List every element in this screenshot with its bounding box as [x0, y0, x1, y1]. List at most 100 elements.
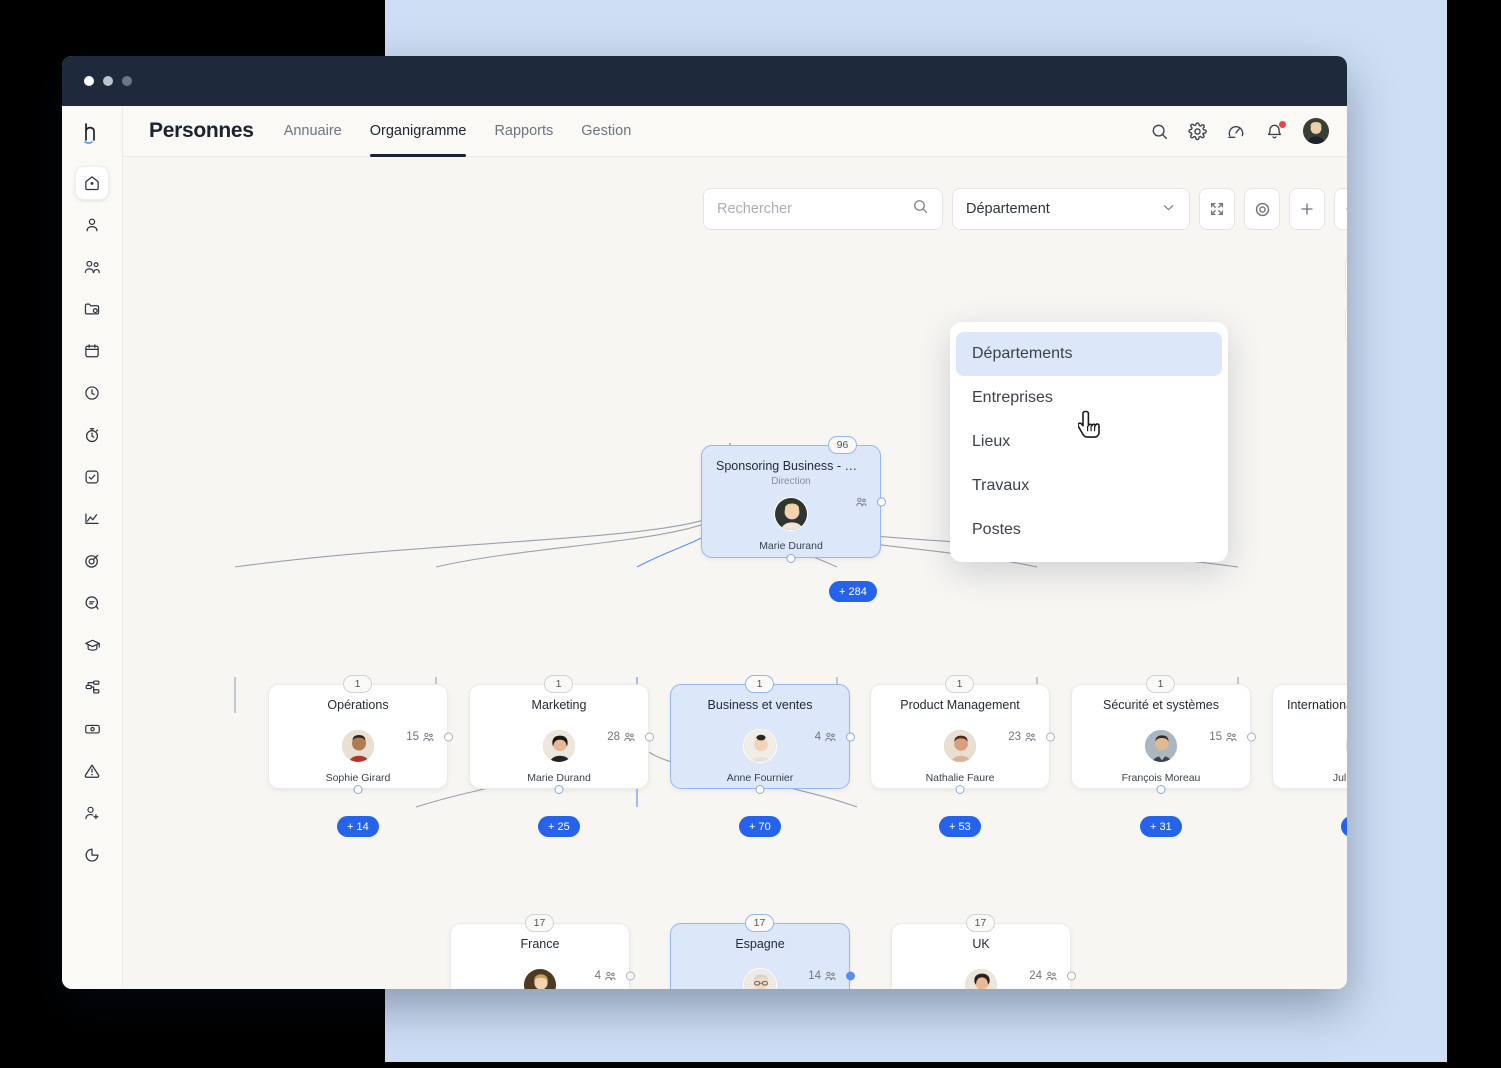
node-badge[interactable]: 17	[525, 914, 554, 932]
node-avatar[interactable]	[542, 729, 576, 763]
expand-children-button-operations[interactable]: + 14	[337, 816, 379, 837]
expand-children-button-product-management[interactable]: + 53	[939, 816, 981, 837]
node-badge[interactable]: 1	[1146, 675, 1175, 693]
node-avatar[interactable]	[743, 968, 777, 989]
org-node-securite-systemes[interactable]: Sécurité et systèmes François Moreau 15	[1071, 684, 1256, 794]
node-avatar[interactable]	[1345, 729, 1347, 763]
sidebar-item-payroll[interactable]	[75, 712, 109, 746]
search-icon[interactable]	[912, 198, 929, 220]
tab-rapports[interactable]: Rapports	[494, 106, 553, 157]
node-expand-port[interactable]	[1246, 732, 1256, 741]
expand-children-button-marketing[interactable]: + 25	[538, 816, 580, 837]
node-expand-port[interactable]	[443, 732, 453, 741]
org-node-root[interactable]: Sponsoring Business - Operati... Directi…	[701, 445, 886, 563]
search-box[interactable]	[703, 188, 943, 230]
node-expand-port[interactable]	[625, 971, 635, 980]
recenter-button[interactable]	[1244, 188, 1280, 230]
window-maximize-dot[interactable]	[122, 76, 132, 86]
grouping-select[interactable]: Département	[952, 188, 1190, 230]
sidebar-item-person[interactable]	[75, 208, 109, 242]
expand-children-button-securite-systemes[interactable]: + 31	[1140, 816, 1182, 837]
node-bottom-port[interactable]	[755, 784, 765, 794]
search-input[interactable]	[717, 201, 912, 217]
org-node-product-management[interactable]: Product Management Nathalie Faure 23	[870, 684, 1055, 794]
node-badge[interactable]: 17	[966, 914, 995, 932]
node-badge[interactable]: 1	[544, 675, 573, 693]
sidebar-item-add-person[interactable]	[75, 796, 109, 830]
node-badge[interactable]: 1	[745, 675, 774, 693]
org-node-operations[interactable]: Opérations Sophie Girard 15	[268, 684, 453, 794]
org-node-internationalisation[interactable]: Internationalisation Business St... Juli…	[1272, 684, 1347, 789]
org-node-france[interactable]: France Anne Fournier 4	[450, 923, 635, 989]
tab-annuaire[interactable]: Annuaire	[284, 106, 342, 157]
node-badge[interactable]: 1	[343, 675, 372, 693]
node-expand-port[interactable]	[876, 497, 886, 506]
dropdown-item-travaux[interactable]: Travaux	[956, 464, 1222, 508]
tab-gestion[interactable]: Gestion	[581, 106, 631, 157]
sidebar-item-home[interactable]	[75, 166, 109, 200]
node-avatar[interactable]	[341, 729, 375, 763]
expand-children-button-root[interactable]: + 284	[829, 581, 877, 602]
org-node-espagne[interactable]: Espagne Sofia Lombardi 14	[670, 923, 855, 989]
node-expand-port[interactable]	[845, 971, 855, 980]
node-bottom-port[interactable]	[786, 553, 796, 563]
sidebar-item-clock[interactable]	[75, 376, 109, 410]
window-close-dot[interactable]	[84, 76, 94, 86]
node-avatar[interactable]	[774, 497, 808, 531]
dropdown-item-postes[interactable]: Postes	[956, 508, 1222, 552]
tab-organigramme[interactable]: Organigramme	[369, 106, 466, 157]
chevron-down-icon[interactable]	[1161, 200, 1176, 219]
node-expand-port[interactable]	[1066, 971, 1076, 980]
node-person-name: Anne Fournier	[726, 772, 794, 784]
dropdown-item-departements[interactable]: Départements	[956, 332, 1222, 376]
sidebar-item-analytics[interactable]	[75, 502, 109, 536]
node-avatar[interactable]	[964, 968, 998, 989]
sidebar-item-people[interactable]	[75, 250, 109, 284]
avatar[interactable]	[1303, 118, 1329, 144]
fullscreen-button[interactable]	[1199, 188, 1235, 230]
node-badge[interactable]: 17	[745, 914, 774, 932]
plus-icon	[1301, 203, 1313, 215]
sidebar-item-folder[interactable]	[75, 292, 109, 326]
node-bottom-port[interactable]	[1156, 784, 1166, 794]
node-badge[interactable]: 1	[945, 675, 974, 693]
node-avatar[interactable]	[743, 729, 777, 763]
node-avatar[interactable]	[1144, 729, 1178, 763]
node-bottom-port[interactable]	[554, 784, 564, 794]
org-node-uk[interactable]: UK Catherine York Smith 24	[891, 923, 1076, 989]
sidebar-item-calendar[interactable]	[75, 334, 109, 368]
sidebar-item-timer[interactable]	[75, 418, 109, 452]
bell-icon[interactable]	[1265, 120, 1286, 141]
page-title: Personnes	[149, 119, 254, 142]
search-icon[interactable]	[1150, 122, 1169, 141]
zoom-out-button[interactable]	[1334, 188, 1347, 230]
app-logo[interactable]	[73, 114, 111, 152]
node-expand-port[interactable]	[845, 732, 855, 741]
zoom-in-button[interactable]	[1289, 188, 1325, 230]
sidebar-item-workflow[interactable]	[75, 670, 109, 704]
speedometer-icon[interactable]	[1226, 122, 1246, 141]
node-bottom-port[interactable]	[353, 784, 363, 794]
node-expand-port[interactable]	[1045, 732, 1055, 741]
window-minimize-dot[interactable]	[103, 76, 113, 86]
org-chart-canvas[interactable]: Département	[123, 157, 1347, 989]
expand-children-button-business-ventes[interactable]: + 70	[739, 816, 781, 837]
sidebar-item-tasks[interactable]	[75, 460, 109, 494]
sidebar-item-chat[interactable]	[75, 586, 109, 620]
expand-children-button-internationalisation[interactable]: + 14	[1341, 816, 1347, 837]
gear-icon[interactable]	[1188, 121, 1207, 141]
node-avatar[interactable]	[943, 729, 977, 763]
folder-icon	[84, 303, 100, 315]
download-button[interactable]	[1345, 304, 1347, 344]
sidebar-item-learning[interactable]	[75, 628, 109, 662]
org-node-marketing[interactable]: Marketing Marie Durand 28	[469, 684, 654, 794]
node-badge[interactable]: 96	[828, 436, 857, 454]
node-expand-port[interactable]	[644, 732, 654, 741]
sidebar-item-reports[interactable]	[75, 838, 109, 872]
node-avatar[interactable]	[523, 968, 557, 989]
node-bottom-port[interactable]	[955, 784, 965, 794]
print-button[interactable]	[1345, 255, 1347, 295]
org-node-business-ventes[interactable]: Business et ventes Anne Fournier 4	[670, 684, 855, 794]
sidebar-item-alerts[interactable]	[75, 754, 109, 788]
sidebar-item-goals[interactable]	[75, 544, 109, 578]
